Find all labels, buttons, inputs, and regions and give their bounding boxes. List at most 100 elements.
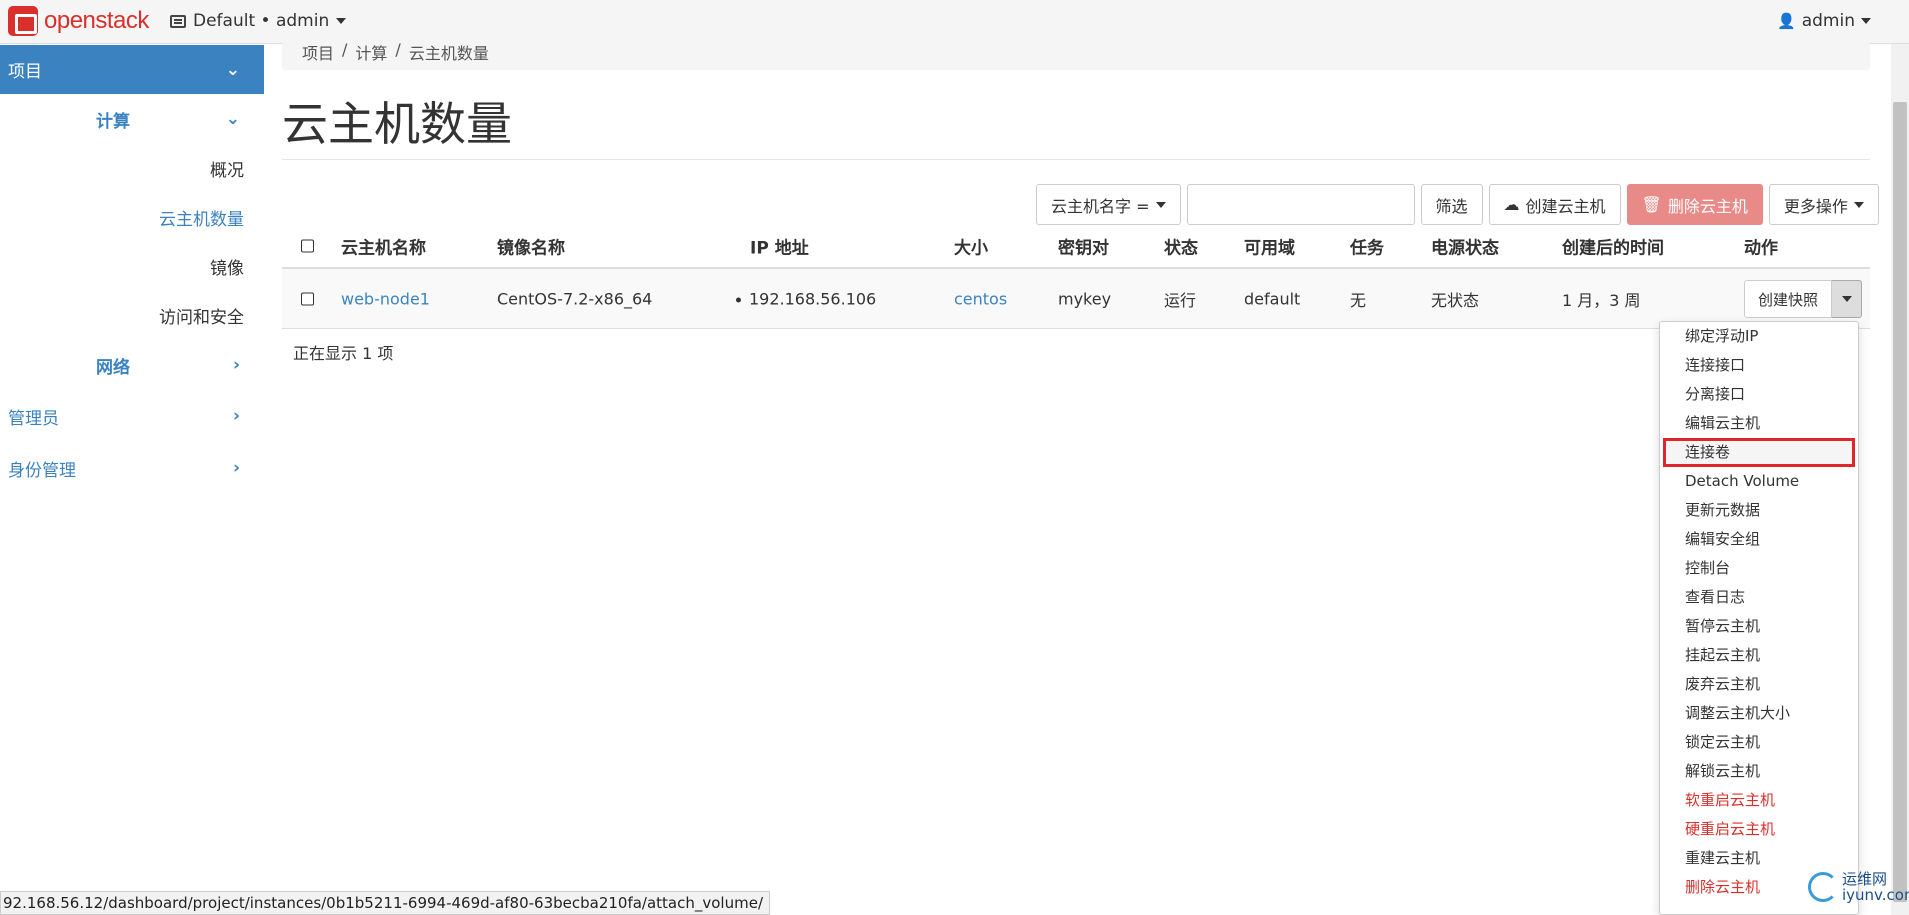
create-instance-button[interactable]: ☁ 创建云主机 bbox=[1488, 184, 1621, 225]
table-toolbar: 云主机名字 = 筛选 ☁ 创建云主机 🗑 删除云主机 更多操作 bbox=[1036, 184, 1879, 225]
column-header[interactable]: IP 地址 bbox=[750, 234, 809, 259]
sidebar-item-network[interactable]: 网络 › bbox=[0, 340, 264, 390]
watermark: 运维网 iyunv.com bbox=[1808, 871, 1909, 903]
create-instance-label: 创建云主机 bbox=[1525, 196, 1606, 216]
column-header[interactable]: 镜像名称 bbox=[497, 234, 565, 259]
watermark-text: 运维网 iyunv.com bbox=[1842, 871, 1909, 903]
project-picker[interactable]: Default • admin bbox=[170, 11, 347, 31]
menu-item-attach-interface[interactable]: 连接接口 bbox=[1660, 351, 1858, 380]
page-title: 云主机数量 bbox=[282, 97, 512, 151]
sidebar-item-identity[interactable]: 身份管理 › bbox=[0, 442, 264, 494]
menu-item-lock[interactable]: 锁定云主机 bbox=[1660, 728, 1858, 757]
sidebar-item-label: 身份管理 bbox=[8, 460, 76, 481]
column-header: 动作 bbox=[1744, 238, 1778, 259]
column-header[interactable]: 可用域 bbox=[1244, 234, 1295, 259]
column-header[interactable]: 云主机名称 bbox=[341, 234, 426, 259]
openstack-logo[interactable]: openstack bbox=[8, 6, 149, 36]
status-url: 92.168.56.12/dashboard/project/instances… bbox=[0, 891, 770, 915]
caret-down-icon bbox=[1853, 201, 1864, 208]
watermark-line: iyunv.com bbox=[1842, 886, 1909, 904]
breadcrumb-item[interactable]: 计算 bbox=[355, 40, 387, 64]
row-actions-dropdown-toggle[interactable] bbox=[1832, 280, 1863, 318]
menu-item-shelve[interactable]: 废弃云主机 bbox=[1660, 670, 1858, 699]
caret-down-icon bbox=[1155, 201, 1166, 208]
column-header[interactable]: 任务 bbox=[1350, 234, 1384, 259]
menu-item-pause[interactable]: 暂停云主机 bbox=[1660, 612, 1858, 641]
availability-zone: default bbox=[1244, 289, 1301, 308]
instance-name-link[interactable]: web-node1 bbox=[341, 289, 430, 308]
menu-item-detach-volume[interactable]: Detach Volume bbox=[1660, 467, 1858, 496]
menu-item-hard-reboot[interactable]: 硬重启云主机 bbox=[1660, 815, 1858, 844]
menu-item-update-metadata[interactable]: 更新元数据 bbox=[1660, 496, 1858, 525]
sidebar-item-instances[interactable]: 云主机数量 bbox=[0, 193, 264, 242]
breadcrumb: 项目 / 计算 / 云主机数量 bbox=[282, 38, 1870, 70]
chevron-down-icon: ⌄ bbox=[225, 109, 240, 129]
chevron-right-icon: › bbox=[232, 458, 240, 478]
watermark-logo-icon bbox=[1808, 872, 1838, 902]
column-header[interactable]: 电源状态 bbox=[1431, 234, 1499, 259]
create-snapshot-button[interactable]: 创建快照 bbox=[1744, 280, 1833, 318]
filter-button[interactable]: 筛选 bbox=[1420, 184, 1483, 225]
breadcrumb-item[interactable]: 项目 bbox=[302, 40, 334, 64]
cloud-upload-icon: ☁ bbox=[1503, 195, 1520, 214]
menu-item-associate-floating-ip[interactable]: 绑定浮动IP bbox=[1660, 322, 1858, 351]
logo-text: openstack bbox=[44, 7, 149, 34]
table-row: web-node1 CentOS-7.2-x86_64 192.168.56.1… bbox=[282, 269, 1870, 329]
menu-item-suspend[interactable]: 挂起云主机 bbox=[1660, 641, 1858, 670]
keypair: mykey bbox=[1058, 289, 1112, 308]
column-header[interactable]: 创建后的时间 bbox=[1562, 234, 1664, 259]
column-header[interactable]: 密钥对 bbox=[1058, 234, 1109, 259]
breadcrumb-item: 云主机数量 bbox=[408, 44, 489, 63]
filter-input[interactable] bbox=[1186, 184, 1415, 225]
sidebar-item-compute[interactable]: 计算 ⌄ bbox=[0, 94, 264, 144]
age: 1 月，3 周 bbox=[1562, 290, 1641, 310]
sidebar-item-images[interactable]: 镜像 bbox=[0, 242, 264, 291]
menu-item-unlock[interactable]: 解锁云主机 bbox=[1660, 757, 1858, 786]
menu-item-resize[interactable]: 调整云主机大小 bbox=[1660, 699, 1858, 728]
flavor-link[interactable]: centos bbox=[954, 289, 1007, 308]
scroll-thumb[interactable] bbox=[1893, 102, 1907, 902]
menu-item-soft-reboot[interactable]: 软重启云主机 bbox=[1660, 786, 1858, 815]
user-menu[interactable]: 👤 admin bbox=[1777, 11, 1871, 31]
filter-field-select[interactable]: 云主机名字 = bbox=[1036, 184, 1181, 225]
menu-item-edit-instance[interactable]: 编辑云主机 bbox=[1660, 409, 1858, 438]
sidebar-item-access-security[interactable]: 访问和安全 bbox=[0, 291, 264, 340]
sidebar-item-admin[interactable]: 管理员 › bbox=[0, 390, 264, 442]
menu-item-attach-volume[interactable]: 连接卷 bbox=[1663, 438, 1855, 467]
menu-item-console[interactable]: 控制台 bbox=[1660, 554, 1858, 583]
caret-down-icon bbox=[336, 18, 347, 24]
menu-item-detach-interface[interactable]: 分离接口 bbox=[1660, 380, 1858, 409]
status: 运行 bbox=[1164, 290, 1197, 310]
caret-down-icon bbox=[1861, 18, 1871, 24]
table-header: 云主机名称 镜像名称 IP 地址 大小 密钥对 状态 可用域 任务 电源状态 创… bbox=[282, 225, 1870, 269]
row-actions-menu: 绑定浮动IP 连接接口 分离接口 编辑云主机 连接卷 Detach Volume… bbox=[1659, 321, 1859, 915]
column-header[interactable]: 大小 bbox=[954, 234, 988, 259]
menu-item-rebuild[interactable]: 重建云主机 bbox=[1660, 844, 1858, 873]
menu-item-edit-security-groups[interactable]: 编辑安全组 bbox=[1660, 525, 1858, 554]
breadcrumb-separator: / bbox=[395, 40, 401, 59]
power-state: 无状态 bbox=[1431, 290, 1480, 310]
openstack-logo-icon bbox=[8, 6, 38, 36]
select-all-checkbox[interactable] bbox=[301, 239, 314, 253]
menu-item-view-log[interactable]: 查看日志 bbox=[1660, 583, 1858, 612]
breadcrumb-separator: / bbox=[342, 40, 348, 59]
chevron-down-icon: ⌄ bbox=[225, 59, 240, 80]
page-scrollbar[interactable] bbox=[1891, 44, 1909, 915]
image-name: CentOS-7.2-x86_64 bbox=[497, 289, 653, 308]
sidebar-item-project[interactable]: 项目 ⌄ bbox=[0, 45, 264, 94]
user-icon: 👤 bbox=[1777, 12, 1796, 30]
item-count: 正在显示 1 项 bbox=[293, 344, 394, 363]
sidebar-item-label: 计算 bbox=[96, 111, 130, 132]
bullet-icon bbox=[736, 297, 741, 302]
trash-icon: 🗑 bbox=[1641, 195, 1662, 214]
delete-instances-label: 删除云主机 bbox=[1667, 196, 1748, 216]
sidebar-item-label: 项目 bbox=[8, 62, 42, 82]
project-list-icon bbox=[170, 14, 186, 28]
delete-instances-button[interactable]: 🗑 删除云主机 bbox=[1626, 184, 1763, 225]
more-actions-label: 更多操作 bbox=[1783, 196, 1848, 216]
sidebar-item-overview[interactable]: 概况 bbox=[0, 144, 264, 193]
column-header[interactable]: 状态 bbox=[1164, 234, 1198, 259]
more-actions-button[interactable]: 更多操作 bbox=[1768, 184, 1879, 225]
row-checkbox[interactable] bbox=[301, 292, 314, 305]
instances-table: 云主机名称 镜像名称 IP 地址 大小 密钥对 状态 可用域 任务 电源状态 创… bbox=[282, 225, 1870, 329]
